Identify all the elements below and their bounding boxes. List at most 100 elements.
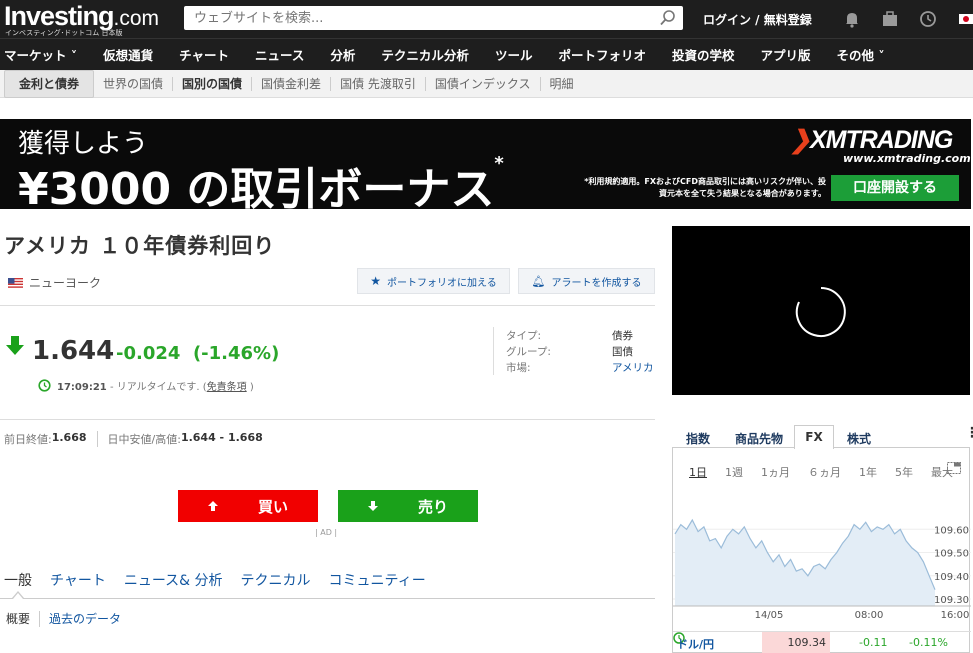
- arrow-up-icon: [207, 501, 218, 511]
- expand-icon[interactable]: [947, 462, 961, 474]
- divider: [39, 610, 41, 627]
- market-widget-tabs: 指数 商品先物 FX 株式 ⋮: [672, 425, 973, 449]
- nav-item-markets[interactable]: マーケット ˅: [0, 45, 90, 64]
- update-time: 17:09:21: [57, 382, 107, 393]
- nav-item-analysis[interactable]: 分析: [317, 45, 368, 64]
- market-widget: 1日 1週 1ヵ月 ６ヵ月 1年 5年 最大 109.60 109.50 109.4…: [672, 448, 971, 653]
- video-player[interactable]: [672, 226, 970, 395]
- meta-row-market: 市場: アメリカ: [506, 359, 653, 375]
- login-link[interactable]: ログイン / 無料登録: [703, 11, 812, 28]
- tab-chart[interactable]: チャート: [50, 570, 106, 590]
- tab-indices[interactable]: 指数: [686, 430, 710, 447]
- change-percent: (-1.46%): [192, 343, 280, 364]
- last-price: 1.644: [32, 336, 115, 366]
- day-range-value: 1.644 - 1.668: [180, 431, 263, 444]
- y-tick-label: 109.60: [934, 525, 969, 536]
- nav-item-charts[interactable]: チャート: [166, 45, 242, 64]
- meta-key: 市場:: [506, 361, 531, 374]
- subnav-item-country-bonds[interactable]: 国別の国債: [173, 77, 253, 91]
- active-tab-caret: [12, 591, 24, 599]
- nav-item-more[interactable]: その他 ˅: [824, 45, 898, 64]
- buy-button[interactable]: 買い: [178, 490, 318, 522]
- add-to-portfolio-label: ポートフォリオに加える: [387, 277, 497, 289]
- tab-stocks[interactable]: 株式: [847, 430, 871, 447]
- realtime-close-paren: ): [246, 382, 254, 393]
- divider: [96, 431, 98, 447]
- xm-logo-text: XMTRADING: [809, 126, 953, 154]
- pair-price: 109.34: [762, 632, 830, 653]
- nav-item-news[interactable]: ニュース: [242, 45, 317, 64]
- banner-offer-mark: *: [494, 153, 504, 174]
- open-account-button[interactable]: 口座開設する: [831, 175, 959, 201]
- create-alert-label: アラートを作成する: [551, 277, 642, 289]
- period-6m[interactable]: ６ヵ月: [808, 464, 841, 480]
- japan-flag-icon[interactable]: [956, 9, 973, 29]
- add-to-portfolio-button[interactable]: ★ ポートフォリオに加える: [357, 268, 510, 294]
- change-value: -0.024: [116, 343, 181, 364]
- meta-row-type: タイプ: 債券: [506, 327, 653, 343]
- nav-item-tools[interactable]: ツール: [482, 45, 546, 64]
- period-1d[interactable]: 1日: [689, 464, 707, 480]
- market-link[interactable]: アメリカ: [612, 359, 653, 375]
- x-tick-label: 08:00: [855, 610, 884, 620]
- pair-change-percent: -0.11%: [909, 636, 948, 649]
- exchange-location: ニューヨーク: [8, 274, 101, 291]
- subnav-item-world-bonds[interactable]: 世界の国債: [94, 77, 174, 91]
- meta-value: 国債: [612, 345, 633, 358]
- search-input[interactable]: [184, 6, 644, 30]
- nav-item-crypto[interactable]: 仮想通貨: [90, 45, 166, 64]
- subnav-item-forwards[interactable]: 国債 先渡取引: [331, 77, 426, 91]
- period-selector: 1日 1週 1ヵ月 ６ヵ月 1年 5年 最大: [689, 464, 971, 480]
- banner-offer-text: ¥3000 の取引ボーナス: [18, 164, 495, 209]
- tabs-divider: [0, 598, 655, 599]
- subtab-overview[interactable]: 概要: [6, 610, 30, 627]
- nav-item-portfolio[interactable]: ポートフォリオ: [545, 45, 659, 64]
- nav-item-app[interactable]: アプリ版: [747, 45, 823, 64]
- y-tick-label: 109.30: [934, 595, 969, 606]
- tab-fx[interactable]: FX: [794, 425, 834, 449]
- tab-community[interactable]: コミュニティー: [329, 570, 426, 590]
- period-1y[interactable]: 1年: [859, 464, 877, 480]
- realtime-text: - リアルタイムです. (: [109, 382, 207, 393]
- tab-general[interactable]: 一般: [4, 570, 32, 590]
- bell-icon[interactable]: [842, 9, 862, 29]
- price-chart[interactable]: 109.60 109.50 109.40 109.30 14/05 08:00 16:00: [673, 498, 971, 620]
- buy-label: 買い: [257, 497, 288, 516]
- sell-button[interactable]: 売り: [338, 490, 478, 522]
- pair-change: -0.11: [859, 636, 888, 649]
- period-1w[interactable]: 1週: [725, 464, 743, 480]
- xm-logo-mark: ❯: [790, 126, 811, 154]
- search-icon[interactable]: [659, 9, 677, 27]
- subnav-item-details[interactable]: 明細: [541, 77, 583, 91]
- pair-name[interactable]: ドル/円: [677, 636, 714, 652]
- clock-green-icon: [38, 379, 51, 392]
- ad-banner[interactable]: 獲得しよう ¥3000 の取引ボーナス* ❯XMTRADING www.xmtr…: [0, 119, 971, 209]
- period-1m[interactable]: 1ヵ月: [761, 464, 790, 480]
- create-alert-button[interactable]: 🔔︎ アラートを作成する: [518, 268, 655, 294]
- banner-url: www.xmtrading.com: [843, 152, 971, 165]
- top-header: Investing.com インベスティング･ドットコム 日本版 ログイン / …: [0, 0, 973, 38]
- tab-technical[interactable]: テクニカル: [241, 570, 311, 590]
- more-options-icon[interactable]: ⋮: [965, 425, 973, 441]
- subtab-historical-data[interactable]: 過去のデータ: [49, 610, 121, 627]
- bell-alert-icon: 🔔︎: [531, 274, 546, 288]
- nav-item-education[interactable]: 投資の学校: [659, 45, 748, 64]
- main-nav: マーケット ˅ 仮想通貨 チャート ニュース 分析 テクニカル分析 ツール ポー…: [0, 38, 973, 70]
- x-tick-label: 16:00: [941, 610, 970, 620]
- tab-news-analysis[interactable]: ニュース& 分析: [124, 570, 223, 590]
- price-ranges: 前日終値: 1.668 日中安値/高値: 1.644 - 1.668: [4, 431, 263, 447]
- subnav-item-rates-bonds[interactable]: 金利と債券: [4, 70, 95, 98]
- banner-disclaimer: *利用規約適用。FXおよびCFD商品取引には高いリスクが伴い、投資元本を全て失う…: [584, 177, 826, 198]
- period-5y[interactable]: 5年: [895, 464, 913, 480]
- nav-item-technical[interactable]: テクニカル分析: [368, 45, 482, 64]
- clock-icon[interactable]: [918, 9, 938, 29]
- briefcase-icon[interactable]: [880, 9, 900, 29]
- tab-commodities[interactable]: 商品先物: [735, 430, 783, 447]
- currency-pair-row[interactable]: ドル/円 109.34 -0.11 -0.11%: [673, 631, 971, 653]
- disclaimer-link[interactable]: 免責条項: [207, 382, 247, 393]
- subnav-item-spreads[interactable]: 国債金利差: [252, 77, 332, 91]
- star-icon: ★: [370, 274, 382, 288]
- subnav-item-indices[interactable]: 国債インデックス: [426, 77, 541, 91]
- header-icons: [842, 9, 973, 29]
- investing-logo[interactable]: Investing.com インベスティング･ドットコム 日本版: [4, 1, 159, 37]
